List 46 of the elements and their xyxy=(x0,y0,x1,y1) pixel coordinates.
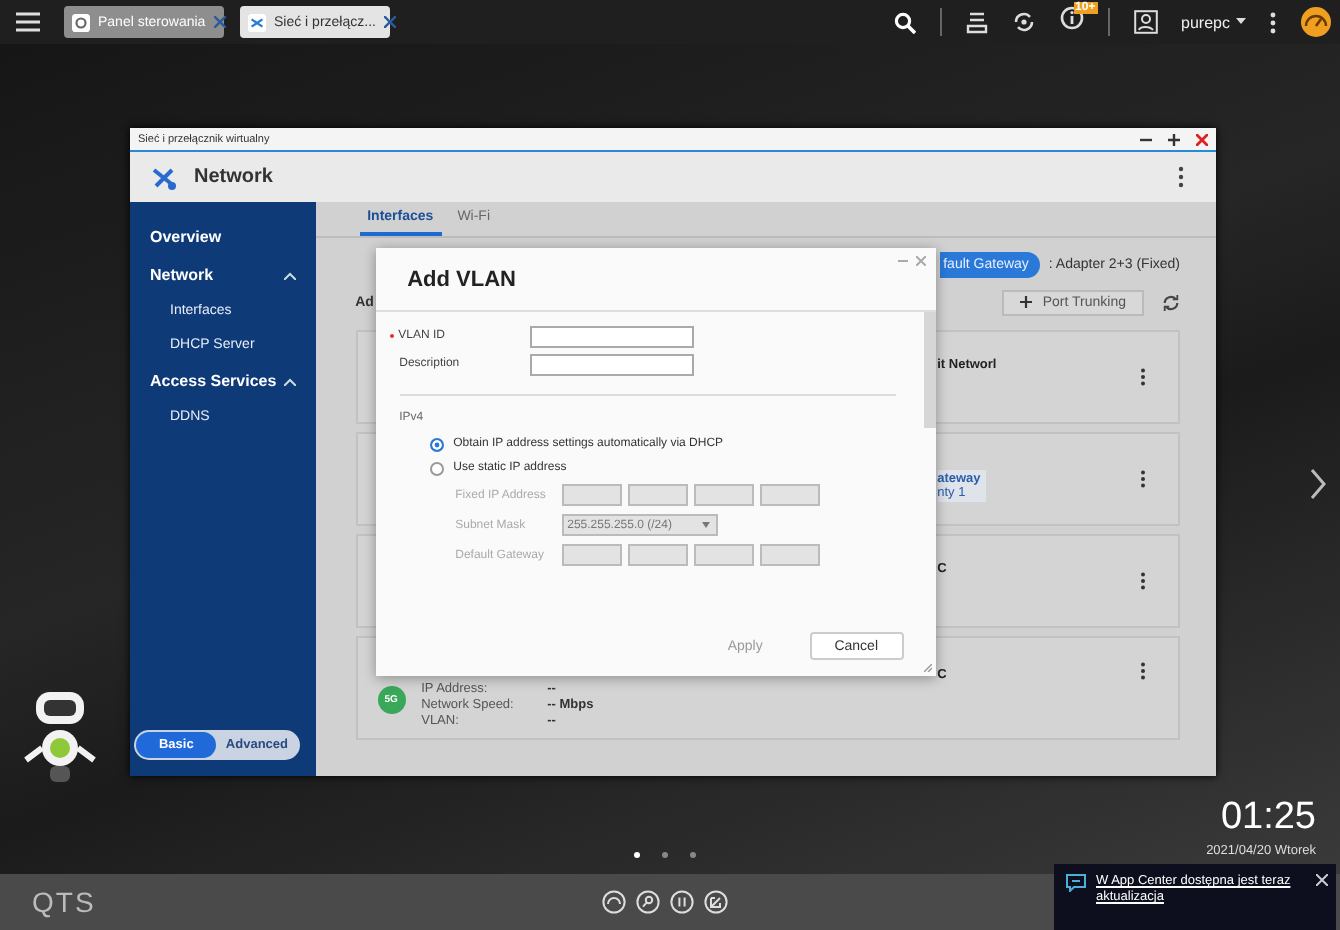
minimize-icon[interactable] xyxy=(1140,133,1152,145)
radio-button[interactable] xyxy=(429,437,444,451)
menu-icon[interactable] xyxy=(16,12,40,32)
app-title: Network xyxy=(194,166,273,188)
input-field[interactable] xyxy=(529,325,694,347)
chevron-right-icon[interactable] xyxy=(1310,468,1326,500)
input-field[interactable] xyxy=(529,353,694,375)
info-icon[interactable] xyxy=(1059,6,1084,30)
plus-icon xyxy=(1020,296,1033,308)
maximize-icon[interactable] xyxy=(1168,133,1180,145)
sidebar-item[interactable]: Overview xyxy=(130,218,316,256)
chat-icon xyxy=(1066,874,1086,892)
page-dot[interactable] xyxy=(634,852,640,858)
chevron-icon[interactable] xyxy=(283,377,296,385)
more-icon[interactable] xyxy=(1140,572,1146,590)
search-icon[interactable] xyxy=(636,890,660,914)
gauge-icon[interactable] xyxy=(1300,6,1332,38)
more-icon[interactable] xyxy=(1140,470,1146,488)
radio-button[interactable] xyxy=(429,461,444,475)
scrollbar[interactable] xyxy=(923,312,936,428)
qts-logo: QTS xyxy=(32,886,96,918)
pause-icon[interactable] xyxy=(670,890,694,914)
gear-icon xyxy=(72,13,90,31)
dialog-title: Add VLAN xyxy=(407,267,516,291)
page-dot[interactable] xyxy=(662,852,668,858)
chevron-icon[interactable] xyxy=(283,271,296,279)
stack-icon[interactable] xyxy=(965,10,988,34)
page-dot[interactable] xyxy=(690,852,696,858)
sync-icon[interactable] xyxy=(1011,10,1036,34)
more-icon[interactable] xyxy=(1270,11,1276,33)
more-icon[interactable] xyxy=(1140,368,1146,386)
close-icon[interactable] xyxy=(383,16,396,28)
resize-grip-icon[interactable] xyxy=(923,664,932,672)
caret-icon xyxy=(701,522,710,528)
network-icon xyxy=(248,13,266,31)
sidebar-item[interactable]: Access Services xyxy=(130,362,316,400)
search-icon[interactable] xyxy=(893,11,916,33)
refresh-icon[interactable] xyxy=(1162,293,1180,311)
caret-icon[interactable] xyxy=(1236,18,1246,26)
user-menu[interactable]: purepc xyxy=(1181,13,1230,31)
sidebar-item[interactable]: Network xyxy=(130,256,316,294)
network-icon xyxy=(150,165,178,189)
user-icon[interactable] xyxy=(1133,10,1158,34)
more-icon[interactable] xyxy=(1140,662,1146,680)
clock: 01:25 xyxy=(1220,796,1316,840)
more-icon[interactable] xyxy=(1178,166,1184,188)
